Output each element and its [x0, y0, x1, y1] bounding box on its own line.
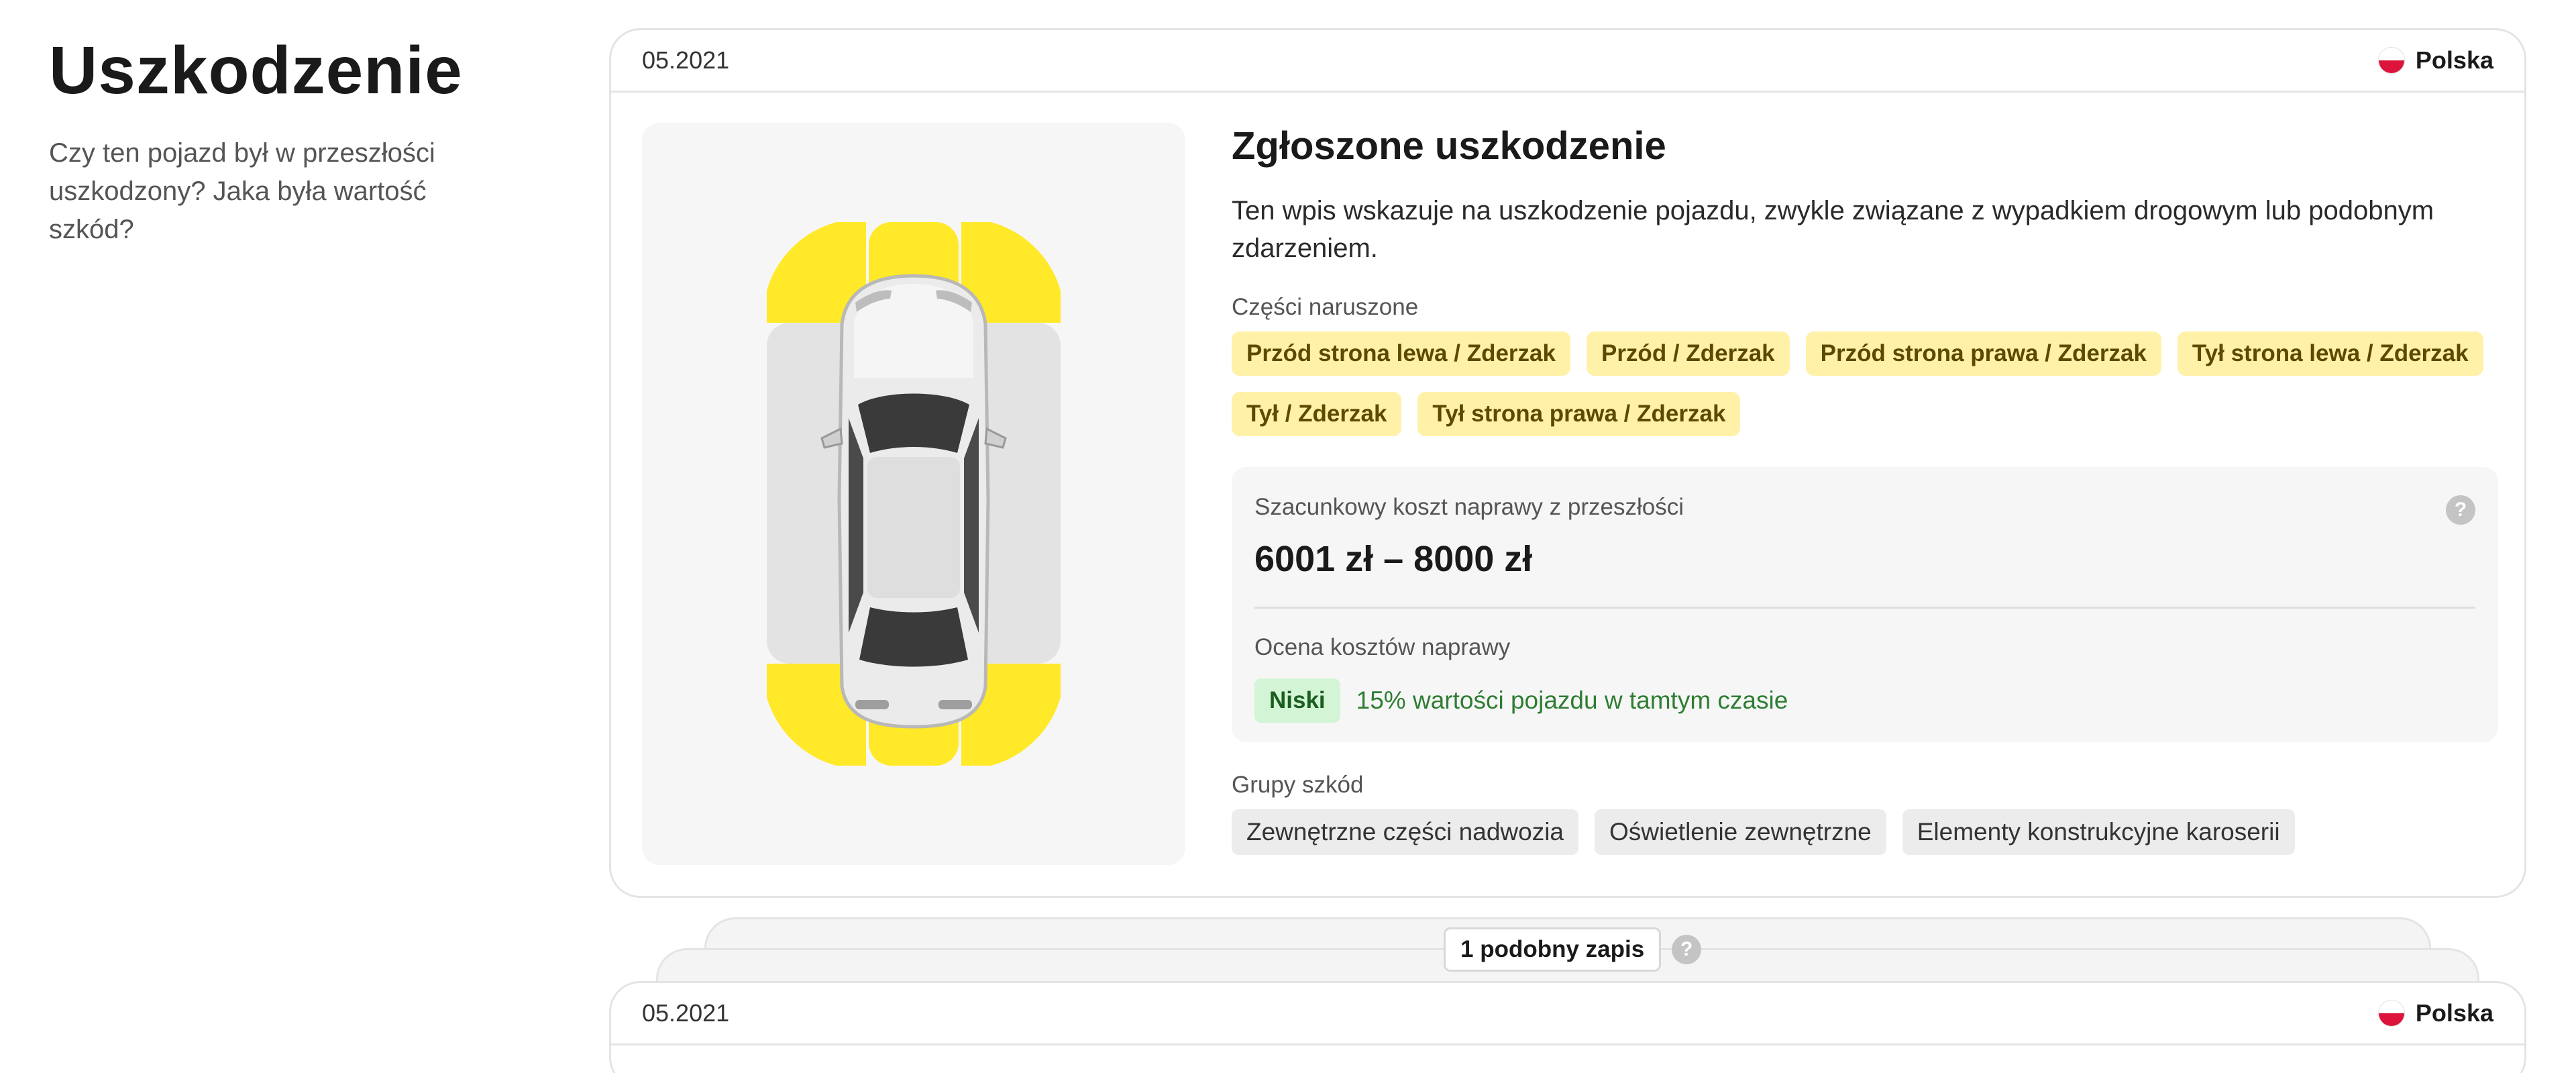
- car-top-view-icon: [767, 222, 1061, 766]
- question-circle-icon[interactable]: ?: [2446, 495, 2475, 525]
- damage-record-card: 05.2021 Polska Zgłoszone uszkodzenie Ten…: [609, 28, 2526, 898]
- poland-flag-icon: [2377, 1000, 2405, 1027]
- record-date: 05.2021: [642, 46, 730, 74]
- country-name: Polska: [2415, 999, 2493, 1027]
- divider: [1254, 607, 2475, 609]
- damage-groups-list: Zewnętrzne części nadwozia Oświetlenie z…: [1232, 809, 2500, 855]
- car-body: [820, 274, 1007, 729]
- section-intro: Uszkodzenie Czy ten pojazd był w przeszł…: [49, 34, 519, 249]
- group-tag: Elementy konstrukcyjne karoserii: [1902, 809, 2295, 855]
- group-tag: Zewnętrzne części nadwozia: [1232, 809, 1578, 855]
- record-header: 05.2021 Polska: [611, 30, 2524, 93]
- record-date: 05.2021: [642, 999, 730, 1027]
- part-tag: Tył strona prawa / Zderzak: [1417, 392, 1741, 436]
- question-circle-icon[interactable]: ?: [1672, 935, 1702, 964]
- rating-label: Ocena kosztów naprawy: [1254, 634, 1511, 660]
- record-description: Ten wpis wskazuje na uszkodzenie pojazdu…: [1232, 196, 2434, 263]
- rating-text: 15% wartości pojazdu w tamtym czasie: [1356, 686, 1788, 714]
- damaged-parts-list: Przód strona lewa / Zderzak Przód / Zder…: [1232, 331, 2500, 436]
- repair-cost-box: Szacunkowy koszt naprawy z przeszłości ?…: [1232, 467, 2498, 742]
- similar-records-button[interactable]: 1 podobny zapis: [1444, 927, 1662, 972]
- country-name: Polska: [2415, 46, 2493, 74]
- cost-value: 6001 zł – 8000 zł: [1254, 539, 1533, 579]
- rating-badge: Niski: [1254, 678, 1340, 723]
- similar-records: 1 podobny zapis ?: [1444, 927, 1702, 972]
- record-title: Zgłoszone uszkodzenie: [1232, 124, 1666, 168]
- damage-diagram: [642, 123, 1185, 865]
- groups-label: Grupy szkód: [1232, 772, 1364, 798]
- part-tag: Tył / Zderzak: [1232, 392, 1402, 436]
- part-tag: Przód strona lewa / Zderzak: [1232, 331, 1570, 376]
- cost-label: Szacunkowy koszt naprawy z przeszłości: [1254, 494, 1684, 520]
- poland-flag-icon: [2377, 47, 2405, 74]
- part-tag: Przód / Zderzak: [1586, 331, 1790, 376]
- damage-record-card-2: 05.2021 Polska: [609, 981, 2526, 1073]
- record-content: Zgłoszone uszkodzenie Ten wpis wskazuje …: [1232, 119, 2500, 855]
- group-tag: Oświetlenie zewnętrzne: [1595, 809, 1886, 855]
- page-title: Uszkodzenie: [49, 33, 463, 108]
- rating-row: Niski 15% wartości pojazdu w tamtym czas…: [1254, 678, 2475, 723]
- parts-label: Części naruszone: [1232, 294, 1419, 320]
- page-description: Czy ten pojazd był w przeszłości uszkodz…: [49, 138, 435, 244]
- part-tag: Tył strona lewa / Zderzak: [2177, 331, 2483, 376]
- part-tag: Przód strona prawa / Zderzak: [1805, 331, 2161, 376]
- record-country: Polska: [2377, 999, 2493, 1027]
- record-header: 05.2021 Polska: [611, 983, 2524, 1045]
- record-country: Polska: [2377, 46, 2493, 74]
